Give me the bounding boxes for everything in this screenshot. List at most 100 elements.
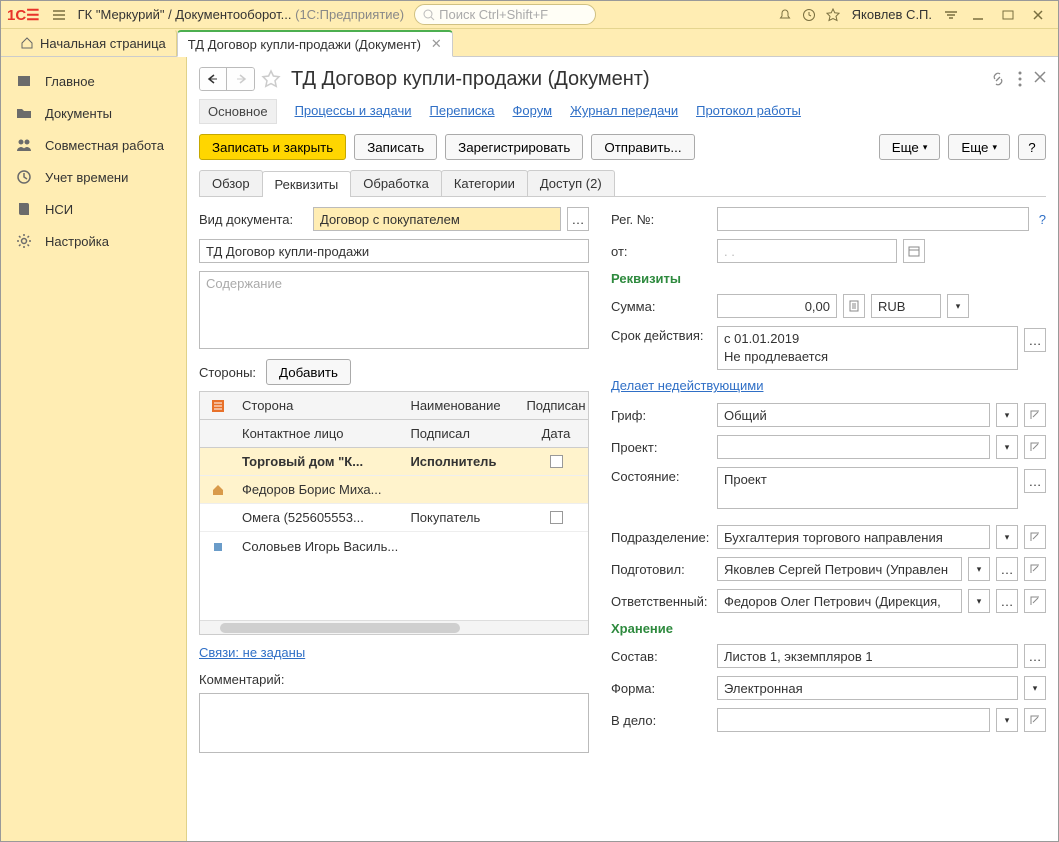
section-main[interactable]: Основное bbox=[199, 99, 277, 124]
sidebar-item-time[interactable]: Учет времени bbox=[1, 161, 186, 193]
prepared-input[interactable]: Яковлев Сергей Петрович (Управлен bbox=[717, 557, 962, 581]
nav-forward-button[interactable] bbox=[227, 67, 255, 91]
menu-icon[interactable] bbox=[48, 4, 70, 26]
tab-access[interactable]: Доступ (2) bbox=[527, 170, 615, 196]
sostav-input[interactable]: Листов 1, экземпляров 1 bbox=[717, 644, 1018, 668]
tab-overview[interactable]: Обзор bbox=[199, 170, 263, 196]
table-row[interactable]: Омега (525605553... Покупатель bbox=[200, 504, 588, 532]
table-row[interactable]: Торговый дом "К... Исполнитель bbox=[200, 448, 588, 476]
favorite-button[interactable] bbox=[261, 69, 285, 89]
checkbox[interactable] bbox=[550, 511, 563, 524]
register-button[interactable]: Зарегистрировать bbox=[445, 134, 583, 160]
doc-type-select-button[interactable]: … bbox=[567, 207, 589, 231]
state-select[interactable]: … bbox=[1024, 469, 1046, 493]
settings-lines-icon[interactable] bbox=[940, 4, 962, 26]
tab-home[interactable]: Начальная страница bbox=[9, 29, 177, 56]
doc-name-input[interactable]: ТД Договор купли-продажи bbox=[199, 239, 589, 263]
regno-label: Рег. №: bbox=[611, 212, 711, 227]
links-link[interactable]: Связи: не заданы bbox=[199, 645, 305, 660]
grif-open[interactable] bbox=[1024, 403, 1046, 427]
save-close-button[interactable]: Записать и закрыть bbox=[199, 134, 346, 160]
col-contact: Контактное лицо bbox=[236, 426, 404, 441]
regno-help[interactable]: ? bbox=[1039, 212, 1046, 227]
username[interactable]: Яковлев С.П. bbox=[852, 7, 932, 22]
checkbox[interactable] bbox=[550, 455, 563, 468]
responsible-input[interactable]: Федоров Олег Петрович (Дирекция, bbox=[717, 589, 962, 613]
h-scrollbar[interactable] bbox=[200, 620, 588, 634]
sidebar-item-documents[interactable]: Документы bbox=[1, 97, 186, 129]
dept-open[interactable] bbox=[1024, 525, 1046, 549]
send-button[interactable]: Отправить... bbox=[591, 134, 694, 160]
regno-input[interactable] bbox=[717, 207, 1029, 231]
tab-categories[interactable]: Категории bbox=[441, 170, 528, 196]
form-select[interactable]: Электронная bbox=[717, 676, 1018, 700]
more-button-2[interactable]: Еще▾ bbox=[948, 134, 1010, 160]
project-dropdown[interactable]: ▾ bbox=[996, 435, 1018, 459]
table-row[interactable]: Соловьев Игорь Василь... bbox=[200, 532, 588, 560]
sidebar-item-label: Главное bbox=[45, 74, 95, 89]
minimize-button[interactable] bbox=[964, 5, 992, 25]
calc-button[interactable] bbox=[843, 294, 865, 318]
calendar-button[interactable] bbox=[903, 239, 925, 263]
comment-textarea[interactable] bbox=[199, 693, 589, 753]
grif-dropdown[interactable]: ▾ bbox=[996, 403, 1018, 427]
date-input[interactable]: . . bbox=[717, 239, 897, 263]
vdelo-input[interactable] bbox=[717, 708, 990, 732]
maximize-button[interactable] bbox=[994, 5, 1022, 25]
close-panel-button[interactable] bbox=[1034, 71, 1046, 87]
dept-dropdown[interactable]: ▾ bbox=[996, 525, 1018, 549]
currency-dropdown[interactable]: ▾ bbox=[947, 294, 969, 318]
prepared-select[interactable]: … bbox=[996, 557, 1018, 581]
nav-back-button[interactable] bbox=[199, 67, 227, 91]
doc-type-label: Вид документа: bbox=[199, 212, 307, 227]
doc-type-input[interactable]: Договор с покупателем bbox=[313, 207, 561, 231]
help-button[interactable]: ? bbox=[1018, 134, 1046, 160]
sum-input[interactable]: 0,00 bbox=[717, 294, 837, 318]
responsible-open[interactable] bbox=[1024, 589, 1046, 613]
sostav-select[interactable]: … bbox=[1024, 644, 1046, 668]
global-search[interactable]: Поиск Ctrl+Shift+F bbox=[414, 4, 596, 25]
sidebar-item-label: Настройка bbox=[45, 234, 109, 249]
sidebar-item-nsi[interactable]: НСИ bbox=[1, 193, 186, 225]
vdelo-open[interactable] bbox=[1024, 708, 1046, 732]
responsible-dropdown[interactable]: ▾ bbox=[968, 589, 990, 613]
tab-document[interactable]: ТД Договор купли-продажи (Документ) ✕ bbox=[177, 30, 453, 57]
prepared-open[interactable] bbox=[1024, 557, 1046, 581]
term-input[interactable]: с 01.01.2019 Не продлевается bbox=[717, 326, 1018, 370]
add-party-button[interactable]: Добавить bbox=[266, 359, 351, 385]
state-input[interactable]: Проект bbox=[717, 467, 1018, 509]
content-textarea[interactable]: Содержание bbox=[199, 271, 589, 349]
col-icon bbox=[200, 399, 236, 413]
people-icon bbox=[15, 136, 33, 154]
term-select[interactable]: … bbox=[1024, 328, 1046, 352]
table-row[interactable]: Федоров Борис Миха... bbox=[200, 476, 588, 504]
invalidates-link[interactable]: Делает недействующими bbox=[611, 378, 763, 393]
history-icon[interactable] bbox=[798, 4, 820, 26]
grif-input[interactable]: Общий bbox=[717, 403, 990, 427]
kebab-menu-icon[interactable] bbox=[1018, 71, 1022, 87]
responsible-select[interactable]: … bbox=[996, 589, 1018, 613]
favorite-star-icon[interactable] bbox=[822, 4, 844, 26]
vdelo-dropdown[interactable]: ▾ bbox=[996, 708, 1018, 732]
sidebar-item-label: НСИ bbox=[45, 202, 73, 217]
close-window-button[interactable] bbox=[1024, 5, 1052, 25]
tab-processing[interactable]: Обработка bbox=[350, 170, 442, 196]
project-open[interactable] bbox=[1024, 435, 1046, 459]
tab-close-icon[interactable]: ✕ bbox=[431, 36, 442, 52]
project-input[interactable] bbox=[717, 435, 990, 459]
currency-select[interactable]: RUB bbox=[871, 294, 941, 318]
save-button[interactable]: Записать bbox=[354, 134, 437, 160]
sidebar: Главное Документы Совместная работа Учет… bbox=[1, 57, 187, 841]
sidebar-item-settings[interactable]: Настройка bbox=[1, 225, 186, 257]
more-button-1[interactable]: Еще▾ bbox=[879, 134, 941, 160]
bell-icon[interactable] bbox=[774, 4, 796, 26]
col-signed-by: Подписал bbox=[404, 426, 524, 441]
dept-input[interactable]: Бухгалтерия торгового направления bbox=[717, 525, 990, 549]
sidebar-item-collab[interactable]: Совместная работа bbox=[1, 129, 186, 161]
col-signed: Подписан bbox=[524, 398, 588, 413]
form-dropdown[interactable]: ▾ bbox=[1024, 676, 1046, 700]
sidebar-item-main[interactable]: Главное bbox=[1, 65, 186, 97]
link-icon[interactable] bbox=[990, 71, 1006, 87]
tab-requisites[interactable]: Реквизиты bbox=[262, 171, 352, 197]
prepared-dropdown[interactable]: ▾ bbox=[968, 557, 990, 581]
